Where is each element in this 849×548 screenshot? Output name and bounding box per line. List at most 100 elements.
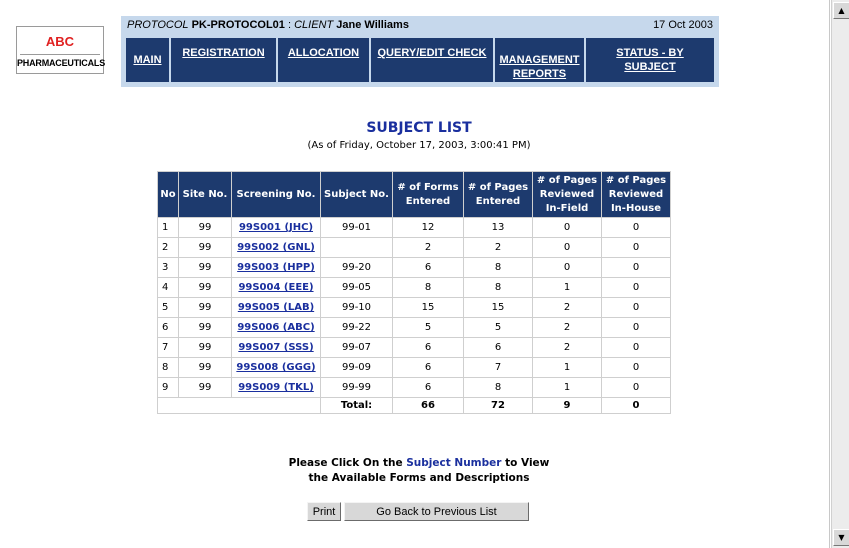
cell-forms-entered: 6 [393, 258, 463, 277]
cell-reviewed-in-field: 0 [533, 238, 601, 257]
screening-no-link[interactable]: 99S005 (LAB) [238, 302, 314, 313]
cell-no: 2 [158, 238, 178, 257]
logo-pharmaceuticals: PHARMACEUTICALS [17, 58, 105, 68]
cell-pages-entered: 8 [464, 258, 532, 277]
screening-no-link[interactable]: 99S008 (GGG) [236, 362, 315, 373]
cell-screening-no: 99S007 (SSS) [232, 338, 320, 357]
cell-screening-no: 99S006 (ABC) [232, 318, 320, 337]
nav-registration-link[interactable]: REGISTRATION [171, 47, 276, 60]
cell-reviewed-in-house: 0 [602, 278, 670, 297]
cell-no: 9 [158, 378, 178, 397]
logo-divider [20, 54, 100, 55]
cell-pages-entered: 5 [464, 318, 532, 337]
nav-status-link[interactable]: STATUS - BY [586, 47, 714, 60]
cell-forms-entered: 6 [393, 338, 463, 357]
nav-registration[interactable]: REGISTRATION [171, 38, 277, 82]
cell-pages-entered: 6 [464, 338, 532, 357]
cell-subject-no: 99-99 [321, 378, 392, 397]
cell-forms-entered: 6 [393, 358, 463, 377]
total-pages-entered: 72 [464, 398, 532, 413]
screening-no-link[interactable]: 99S007 (SSS) [238, 342, 313, 353]
screening-no-link[interactable]: 99S001 (JHC) [239, 222, 313, 233]
cell-pages-entered: 7 [464, 358, 532, 377]
nav-query-edit-check[interactable]: QUERY/EDIT CHECK [371, 38, 494, 82]
nav-main-link[interactable]: MAIN [126, 54, 169, 67]
cell-subject-no: 99-05 [321, 278, 392, 297]
cell-pages-entered: 13 [464, 218, 532, 237]
cell-reviewed-in-house: 0 [602, 338, 670, 357]
cell-reviewed-in-house: 0 [602, 318, 670, 337]
total-label: Total: [321, 398, 392, 413]
screening-no-link[interactable]: 99S006 (ABC) [237, 322, 314, 333]
cell-reviewed-in-house: 0 [602, 298, 670, 317]
table-header-row: No Site No. Screening No. Subject No. # … [158, 172, 670, 217]
nav-status-by-subject[interactable]: STATUS - BY SUBJECT [586, 38, 715, 82]
cell-no: 3 [158, 258, 178, 277]
total-reviewed-in-field: 9 [533, 398, 601, 413]
scroll-up-icon[interactable]: ▲ [833, 2, 849, 19]
cell-no: 6 [158, 318, 178, 337]
cell-reviewed-in-field: 0 [533, 218, 601, 237]
cell-pages-entered: 2 [464, 238, 532, 257]
cell-reviewed-in-field: 1 [533, 358, 601, 377]
table-row: 8 99 99S008 (GGG) 99-09 6 7 1 0 [158, 358, 670, 377]
cell-site-no: 99 [179, 218, 231, 237]
col-header-pages-entered: # of Pages Entered [464, 172, 532, 217]
header-date: 17 Oct 2003 [653, 19, 713, 31]
nav-allocation-link[interactable]: ALLOCATION [278, 47, 369, 60]
cell-site-no: 99 [179, 378, 231, 397]
nav-reports-link[interactable]: REPORTS [495, 68, 584, 81]
table-row: 5 99 99S005 (LAB) 99-10 15 15 2 0 [158, 298, 670, 317]
nav-query-edit-check-link[interactable]: QUERY/EDIT CHECK [371, 47, 493, 60]
cell-site-no: 99 [179, 358, 231, 377]
cell-subject-no: 99-22 [321, 318, 392, 337]
cell-reviewed-in-field: 2 [533, 298, 601, 317]
total-row: Total: 66 72 9 0 [158, 398, 670, 413]
nav-main[interactable]: MAIN [126, 38, 170, 82]
instruction-note: Please Click On the Subject Number to Vi… [288, 457, 550, 484]
total-forms-entered: 66 [393, 398, 463, 413]
col-header-reviewed-in-house: # of Pages Reviewed In-House [602, 172, 670, 217]
protocol-line: PROTOCOL PK-PROTOCOL01 : CLIENT Jane Wil… [127, 19, 409, 31]
cell-reviewed-in-house: 0 [602, 218, 670, 237]
cell-no: 1 [158, 218, 178, 237]
cell-no: 8 [158, 358, 178, 377]
cell-forms-entered: 8 [393, 278, 463, 297]
top-header: PROTOCOL PK-PROTOCOL01 : CLIENT Jane Wil… [121, 16, 719, 87]
scroll-down-icon[interactable]: ▼ [833, 529, 849, 546]
cell-forms-entered: 5 [393, 318, 463, 337]
cell-reviewed-in-field: 2 [533, 318, 601, 337]
cell-reviewed-in-house: 0 [602, 378, 670, 397]
cell-subject-no: 99-07 [321, 338, 392, 357]
cell-site-no: 99 [179, 318, 231, 337]
vertical-scrollbar[interactable]: ▲ ▼ [831, 0, 849, 548]
col-header-subject-no: Subject No. [321, 172, 392, 217]
screening-no-link[interactable]: 99S002 (GNL) [237, 242, 315, 253]
nav-management-reports[interactable]: MANAGEMENT REPORTS [495, 38, 585, 82]
cell-reviewed-in-field: 1 [533, 378, 601, 397]
col-header-reviewed-in-field: # of Pages Reviewed In-Field [533, 172, 601, 217]
go-back-button[interactable]: Go Back to Previous List [344, 502, 529, 521]
nav-subject-link[interactable]: SUBJECT [586, 61, 714, 74]
col-header-forms-entered: # of Forms Entered [393, 172, 463, 217]
nav-allocation[interactable]: ALLOCATION [278, 38, 370, 82]
subject-table: No Site No. Screening No. Subject No. # … [157, 171, 671, 414]
screening-no-link[interactable]: 99S004 (EEE) [238, 282, 313, 293]
cell-reviewed-in-field: 0 [533, 258, 601, 277]
total-blank [158, 398, 320, 413]
cell-forms-entered: 12 [393, 218, 463, 237]
page-subtitle: (As of Friday, October 17, 2003, 3:00:41… [307, 140, 531, 151]
cell-screening-no: 99S004 (EEE) [232, 278, 320, 297]
print-button[interactable]: Print [307, 502, 341, 521]
cell-subject-no: 99-01 [321, 218, 392, 237]
cell-screening-no: 99S003 (HPP) [232, 258, 320, 277]
table-row: 6 99 99S006 (ABC) 99-22 5 5 2 0 [158, 318, 670, 337]
screening-no-link[interactable]: 99S003 (HPP) [237, 262, 315, 273]
screening-no-link[interactable]: 99S009 (TKL) [238, 382, 314, 393]
col-header-site-no: Site No. [179, 172, 231, 217]
nav-management-link[interactable]: MANAGEMENT [495, 54, 584, 67]
cell-reviewed-in-field: 1 [533, 278, 601, 297]
cell-reviewed-in-house: 0 [602, 238, 670, 257]
cell-reviewed-in-house: 0 [602, 258, 670, 277]
cell-screening-no: 99S008 (GGG) [232, 358, 320, 377]
